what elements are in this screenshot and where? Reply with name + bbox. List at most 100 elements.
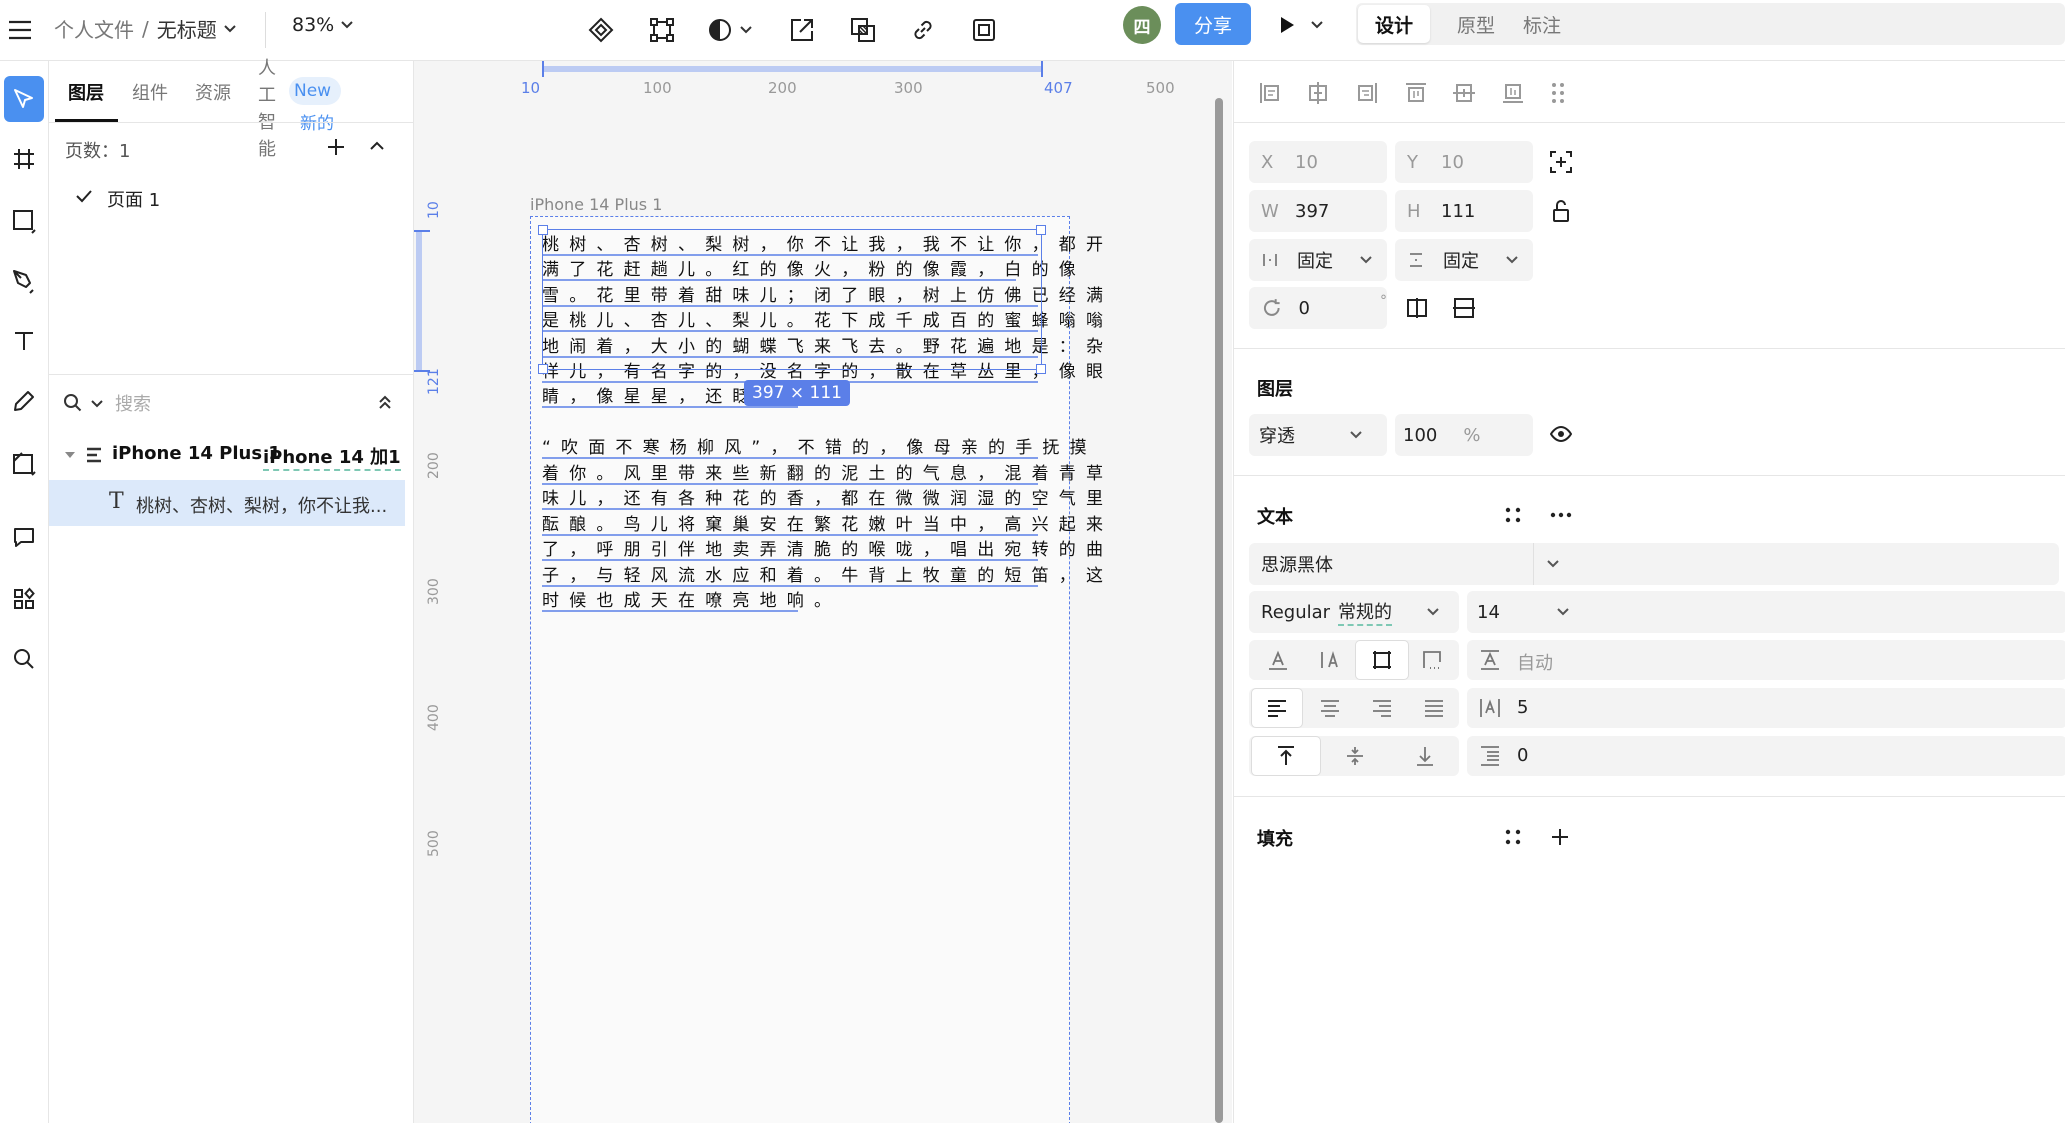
letter-spacing-field[interactable]: 5 xyxy=(1467,688,2065,728)
breadcrumb-root[interactable]: 个人文件 xyxy=(54,14,134,43)
caret-down-icon[interactable] xyxy=(63,450,77,460)
layer-row-text[interactable]: T 桃树、杏树、梨树，你不让我... xyxy=(49,480,405,526)
font-size-value: 14 xyxy=(1477,601,1500,623)
frame-label[interactable]: iPhone 14 Plus 1 xyxy=(530,195,662,214)
share-button[interactable]: 分享 xyxy=(1175,3,1251,45)
paragraph-spacing-field[interactable]: 0 xyxy=(1467,736,2065,776)
page-item[interactable]: 页面 1 xyxy=(49,177,413,217)
text-tool[interactable] xyxy=(0,317,48,365)
flip-horizontal-icon[interactable] xyxy=(1406,297,1428,319)
more-icon[interactable] xyxy=(1550,511,1572,519)
comment-tool[interactable] xyxy=(0,513,48,561)
chevron-down-icon[interactable] xyxy=(223,24,237,34)
vertical-scrollbar[interactable] xyxy=(1215,98,1223,1123)
tab-ai[interactable]: 人工智能 xyxy=(258,55,276,163)
tab-components[interactable]: 组件 xyxy=(132,79,168,105)
truncate-icon[interactable] xyxy=(1421,649,1443,671)
mask-icon[interactable] xyxy=(843,10,883,50)
boolean-dropdown[interactable] xyxy=(700,10,760,50)
collapse-pages-button[interactable] xyxy=(369,139,385,153)
tab-layers[interactable]: 图层 xyxy=(68,79,104,105)
pencil-tool[interactable] xyxy=(0,377,48,425)
fixed-size-button[interactable] xyxy=(1355,640,1409,680)
text-styles-icon[interactable] xyxy=(1504,506,1522,524)
eye-icon[interactable] xyxy=(1550,425,1572,443)
iphone-frame[interactable]: 桃树、杏树、梨树，你不让我，我不让你，都开 满了花赶趟儿。红的像火，粉的像霞，白… xyxy=(530,216,1103,1123)
frame-tool[interactable] xyxy=(0,135,48,183)
text-align-right-icon[interactable] xyxy=(1371,698,1393,718)
ruler-marker xyxy=(414,230,430,232)
y-field[interactable]: Y 10 xyxy=(1395,141,1533,183)
flip-vertical-icon[interactable] xyxy=(1453,297,1475,319)
resize-handle[interactable] xyxy=(538,225,548,235)
align-top-button[interactable] xyxy=(1251,736,1321,776)
tab-prototype[interactable]: 原型 xyxy=(1440,5,1512,43)
layer-search[interactable]: 搜索 xyxy=(49,385,413,421)
auto-width-icon[interactable] xyxy=(1267,649,1289,671)
file-name[interactable]: 无标题 xyxy=(157,14,217,43)
resize-handle[interactable] xyxy=(1036,225,1046,235)
align-center-h-icon[interactable] xyxy=(1306,81,1330,105)
collapse-all-icon[interactable] xyxy=(377,393,393,411)
chevron-down-icon xyxy=(740,26,752,34)
align-left-icon[interactable] xyxy=(1258,81,1282,105)
more-grid-icon[interactable] xyxy=(1550,81,1574,105)
component-icon[interactable] xyxy=(581,10,621,50)
add-fill-icon[interactable] xyxy=(1550,827,1570,847)
fill-styles-icon[interactable] xyxy=(1504,828,1522,846)
height-field[interactable]: H 111 xyxy=(1395,190,1533,232)
align-top-icon[interactable] xyxy=(1404,81,1428,105)
font-family-select[interactable]: 思源黑体 xyxy=(1249,543,2059,585)
search-tool[interactable] xyxy=(0,635,48,683)
layer-row-frame[interactable]: iPhone 14 Plus 1 iPhone 14 加1 xyxy=(49,434,413,476)
text-align-justify-icon[interactable] xyxy=(1423,698,1445,718)
rotation-field[interactable]: 0 ° xyxy=(1249,287,1387,329)
tab-design[interactable]: 设计 xyxy=(1358,5,1430,43)
resize-icon[interactable] xyxy=(782,10,822,50)
search-input[interactable]: 搜索 xyxy=(115,390,151,416)
plus-icon xyxy=(328,139,344,155)
line-height-field[interactable]: 自动 xyxy=(1467,640,2065,680)
slice-tool[interactable] xyxy=(0,439,48,487)
unlock-icon[interactable] xyxy=(1552,199,1570,223)
letter-spacing-value: 5 xyxy=(1517,697,1529,718)
vertical-align-middle-icon[interactable] xyxy=(1345,745,1365,767)
constraints-icon[interactable] xyxy=(1550,151,1572,173)
align-left-button[interactable] xyxy=(1251,688,1303,728)
align-right-icon[interactable] xyxy=(1355,81,1379,105)
resize-handle[interactable] xyxy=(538,364,548,374)
x-field[interactable]: X 10 xyxy=(1249,141,1387,183)
paragraph-spacing-icon xyxy=(1481,746,1499,766)
resize-handle[interactable] xyxy=(1036,364,1046,374)
text-align-center-icon[interactable] xyxy=(1319,698,1341,718)
tab-annotate[interactable]: 标注 xyxy=(1506,5,1578,43)
link-icon[interactable] xyxy=(903,10,943,50)
align-bottom-icon[interactable] xyxy=(1501,81,1525,105)
auto-height-icon[interactable] xyxy=(1319,649,1341,671)
crop-frame-icon[interactable] xyxy=(964,10,1004,50)
play-dropdown[interactable] xyxy=(1278,10,1338,40)
avatar[interactable]: 四 xyxy=(1123,6,1161,44)
width-mode-select[interactable]: 固定 xyxy=(1249,239,1387,281)
selection-box[interactable] xyxy=(538,225,1046,374)
menu-icon[interactable] xyxy=(0,10,40,50)
add-page-button[interactable] xyxy=(325,136,347,158)
font-weight-select[interactable]: Regular 常规的 xyxy=(1249,591,1459,633)
plugins-tool[interactable] xyxy=(0,575,48,623)
align-center-v-icon[interactable] xyxy=(1452,81,1476,105)
tab-assets[interactable]: 资源 xyxy=(195,79,231,105)
opacity-field[interactable]: 100 % xyxy=(1395,414,1533,456)
canvas[interactable]: 10 100 200 300 407 500 10 121 200 300 40… xyxy=(414,61,1232,1123)
frame-select-icon[interactable] xyxy=(642,10,682,50)
zoom-dropdown[interactable]: 83% xyxy=(292,14,354,36)
pen-tool[interactable] xyxy=(0,257,48,305)
width-field[interactable]: W 397 xyxy=(1249,190,1387,232)
vertical-align-bottom-icon[interactable] xyxy=(1415,745,1435,767)
rectangle-tool[interactable] xyxy=(0,197,48,245)
height-mode-select[interactable]: 固定 xyxy=(1395,239,1533,281)
font-size-field[interactable]: 14 xyxy=(1467,591,2065,633)
blend-mode-select[interactable]: 穿透 xyxy=(1249,414,1387,456)
mode-tabs: 设计 原型 标注 xyxy=(1356,3,2065,45)
move-tool[interactable] xyxy=(0,75,48,123)
ruler-top: 10 100 200 300 407 500 xyxy=(414,61,1232,97)
